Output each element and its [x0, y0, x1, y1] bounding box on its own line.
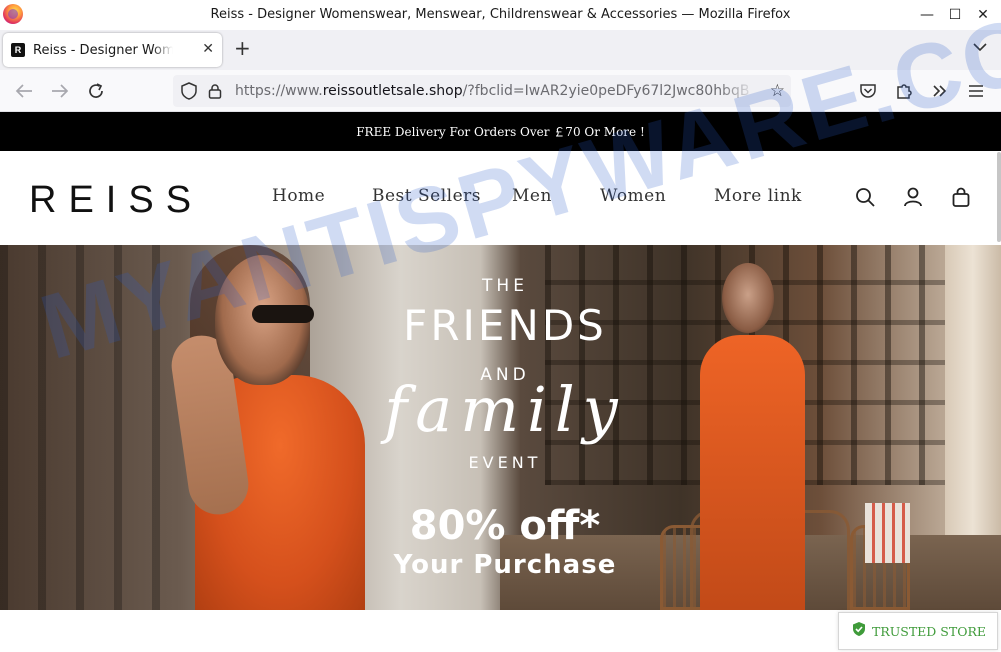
url-domain: reissoutletsale.shop: [322, 83, 463, 99]
reload-button[interactable]: [84, 79, 108, 103]
hero-line-friends: FRIENDS: [403, 301, 607, 350]
hero-text-block: THE FRIENDS AND family EVENT 80% off* Yo…: [350, 245, 660, 610]
model-orange-jumpsuit-top-image: [700, 335, 805, 610]
new-tab-button[interactable]: +: [234, 38, 251, 58]
reiss-favicon-icon: R: [11, 43, 25, 57]
url-path: /?fbclid=IwAR2yie0peDFy67l2Jwc80hbqB: [462, 83, 750, 99]
window-title: Reiss - Designer Womenswear, Menswear, C…: [210, 7, 791, 22]
lock-icon[interactable]: [208, 83, 222, 103]
tab-strip: R Reiss - Designer Womenswear, Menswear,…: [0, 30, 1001, 70]
window-titlebar: Reiss - Designer Womenswear, Menswear, C…: [0, 0, 1001, 30]
hero-line-event: EVENT: [468, 453, 542, 472]
forward-button[interactable]: [48, 79, 72, 103]
nav-home[interactable]: Home: [272, 186, 325, 206]
shopping-bag-icon[interactable]: [951, 187, 971, 211]
hero-banner[interactable]: THE FRIENDS AND family EVENT 80% off* Yo…: [0, 245, 1001, 610]
nav-women[interactable]: Women: [600, 186, 666, 206]
browser-tab[interactable]: R Reiss - Designer Womenswear, Menswear,…: [3, 33, 222, 67]
hero-discount: 80% off*: [409, 503, 601, 549]
url-text[interactable]: https://www.reissoutletsale.shop/?fbclid…: [235, 83, 755, 99]
close-window-button[interactable]: ✕: [965, 0, 1001, 30]
hero-discount-sub: Your Purchase: [393, 550, 617, 580]
reiss-logo[interactable]: REISS: [29, 179, 203, 222]
search-icon[interactable]: [855, 187, 875, 211]
hero-line-family: family: [384, 373, 626, 446]
hero-line-the: THE: [482, 276, 528, 296]
trusted-store-badge[interactable]: TRUSTED STORE: [838, 612, 998, 650]
trusted-store-label: TRUSTED STORE: [872, 623, 986, 639]
shield-check-icon: [852, 621, 866, 641]
address-bar[interactable]: https://www.reissoutletsale.shop/?fbclid…: [173, 75, 791, 107]
sunglasses-image: [252, 305, 314, 323]
overflow-chevrons-icon[interactable]: [928, 79, 952, 103]
url-scheme: https://www.: [235, 83, 323, 99]
web-page: FREE Delivery For Orders Over ￡70 Or Mor…: [0, 112, 1001, 652]
navigation-toolbar: https://www.reissoutletsale.shop/?fbclid…: [0, 70, 1001, 112]
list-all-tabs-chevron-icon[interactable]: [973, 40, 987, 56]
close-tab-icon[interactable]: ✕: [202, 41, 214, 57]
striped-cloth-image: [865, 503, 910, 563]
bookmark-star-icon[interactable]: ☆: [770, 81, 785, 101]
nav-more-link[interactable]: More link: [714, 186, 802, 206]
extensions-puzzle-icon[interactable]: [892, 79, 916, 103]
model-two-face-image: [722, 263, 774, 333]
tracking-protection-shield-icon[interactable]: [180, 82, 198, 104]
building-facade-image: [0, 245, 190, 610]
back-button[interactable]: [12, 79, 36, 103]
pocket-icon[interactable]: [856, 79, 880, 103]
announcement-bar: FREE Delivery For Orders Over ￡70 Or Mor…: [0, 112, 1001, 151]
nav-best-sellers[interactable]: Best Sellers: [372, 186, 481, 206]
account-icon[interactable]: [903, 187, 923, 211]
site-header: REISS Home Best Sellers Men Women More l…: [0, 151, 1001, 245]
page-scrollbar[interactable]: [997, 152, 1001, 242]
nav-men[interactable]: Men: [512, 186, 552, 206]
menu-hamburger-icon[interactable]: [964, 79, 988, 103]
tab-title: Reiss - Designer Womenswear, Menswear, C…: [33, 42, 173, 58]
